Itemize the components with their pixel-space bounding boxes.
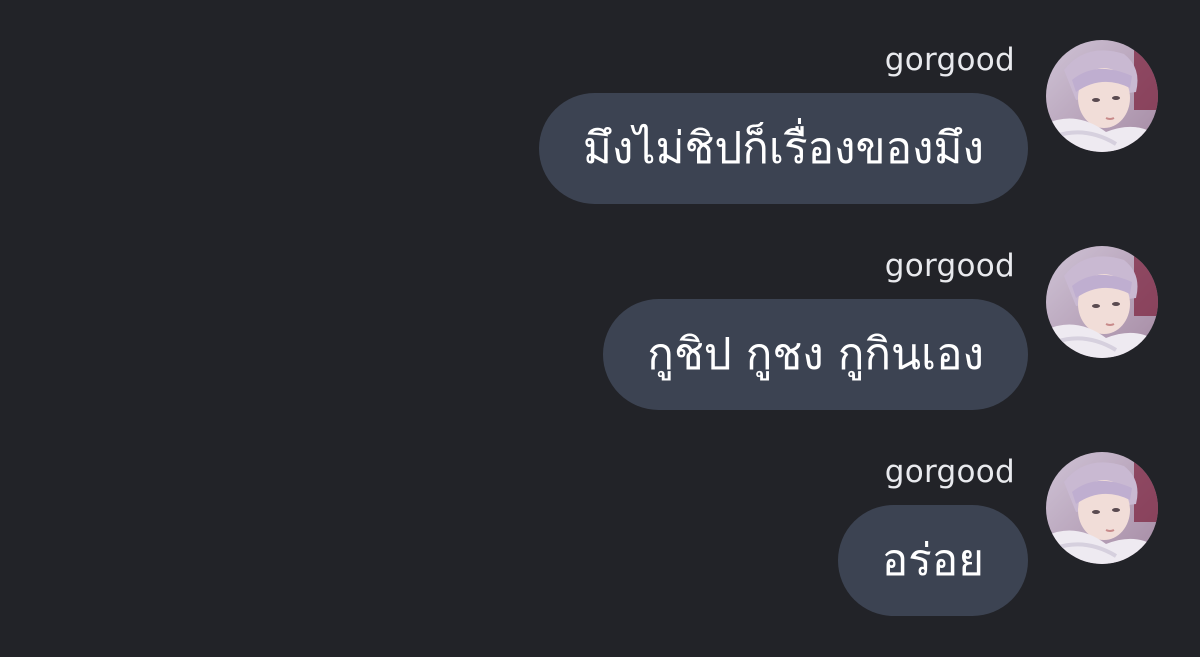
message-bubble[interactable]: กูชิป กูชง กูกินเอง <box>603 299 1028 410</box>
avatar[interactable] <box>1046 246 1158 358</box>
sender-name: gorgood <box>884 42 1015 78</box>
avatar[interactable] <box>1046 452 1158 564</box>
user-photo-avatar-icon <box>1046 246 1158 358</box>
avatar[interactable] <box>1046 40 1158 152</box>
sender-name: gorgood <box>884 248 1015 284</box>
chat-thread: gorgood มึงไม่ชิปก็เรื่องของมึง gorgood … <box>0 0 1200 657</box>
message-bubble[interactable]: มึงไม่ชิปก็เรื่องของมึง <box>538 93 1028 204</box>
user-photo-avatar-icon <box>1046 452 1158 564</box>
message-bubble[interactable]: อร่อย <box>837 505 1028 616</box>
sender-name: gorgood <box>884 454 1015 490</box>
chat-message: gorgood กูชิป กูชง กูกินเอง <box>0 246 1200 446</box>
chat-message: gorgood มึงไม่ชิปก็เรื่องของมึง <box>0 40 1200 240</box>
chat-message: gorgood อร่อย <box>0 452 1200 652</box>
user-photo-avatar-icon <box>1046 40 1158 152</box>
